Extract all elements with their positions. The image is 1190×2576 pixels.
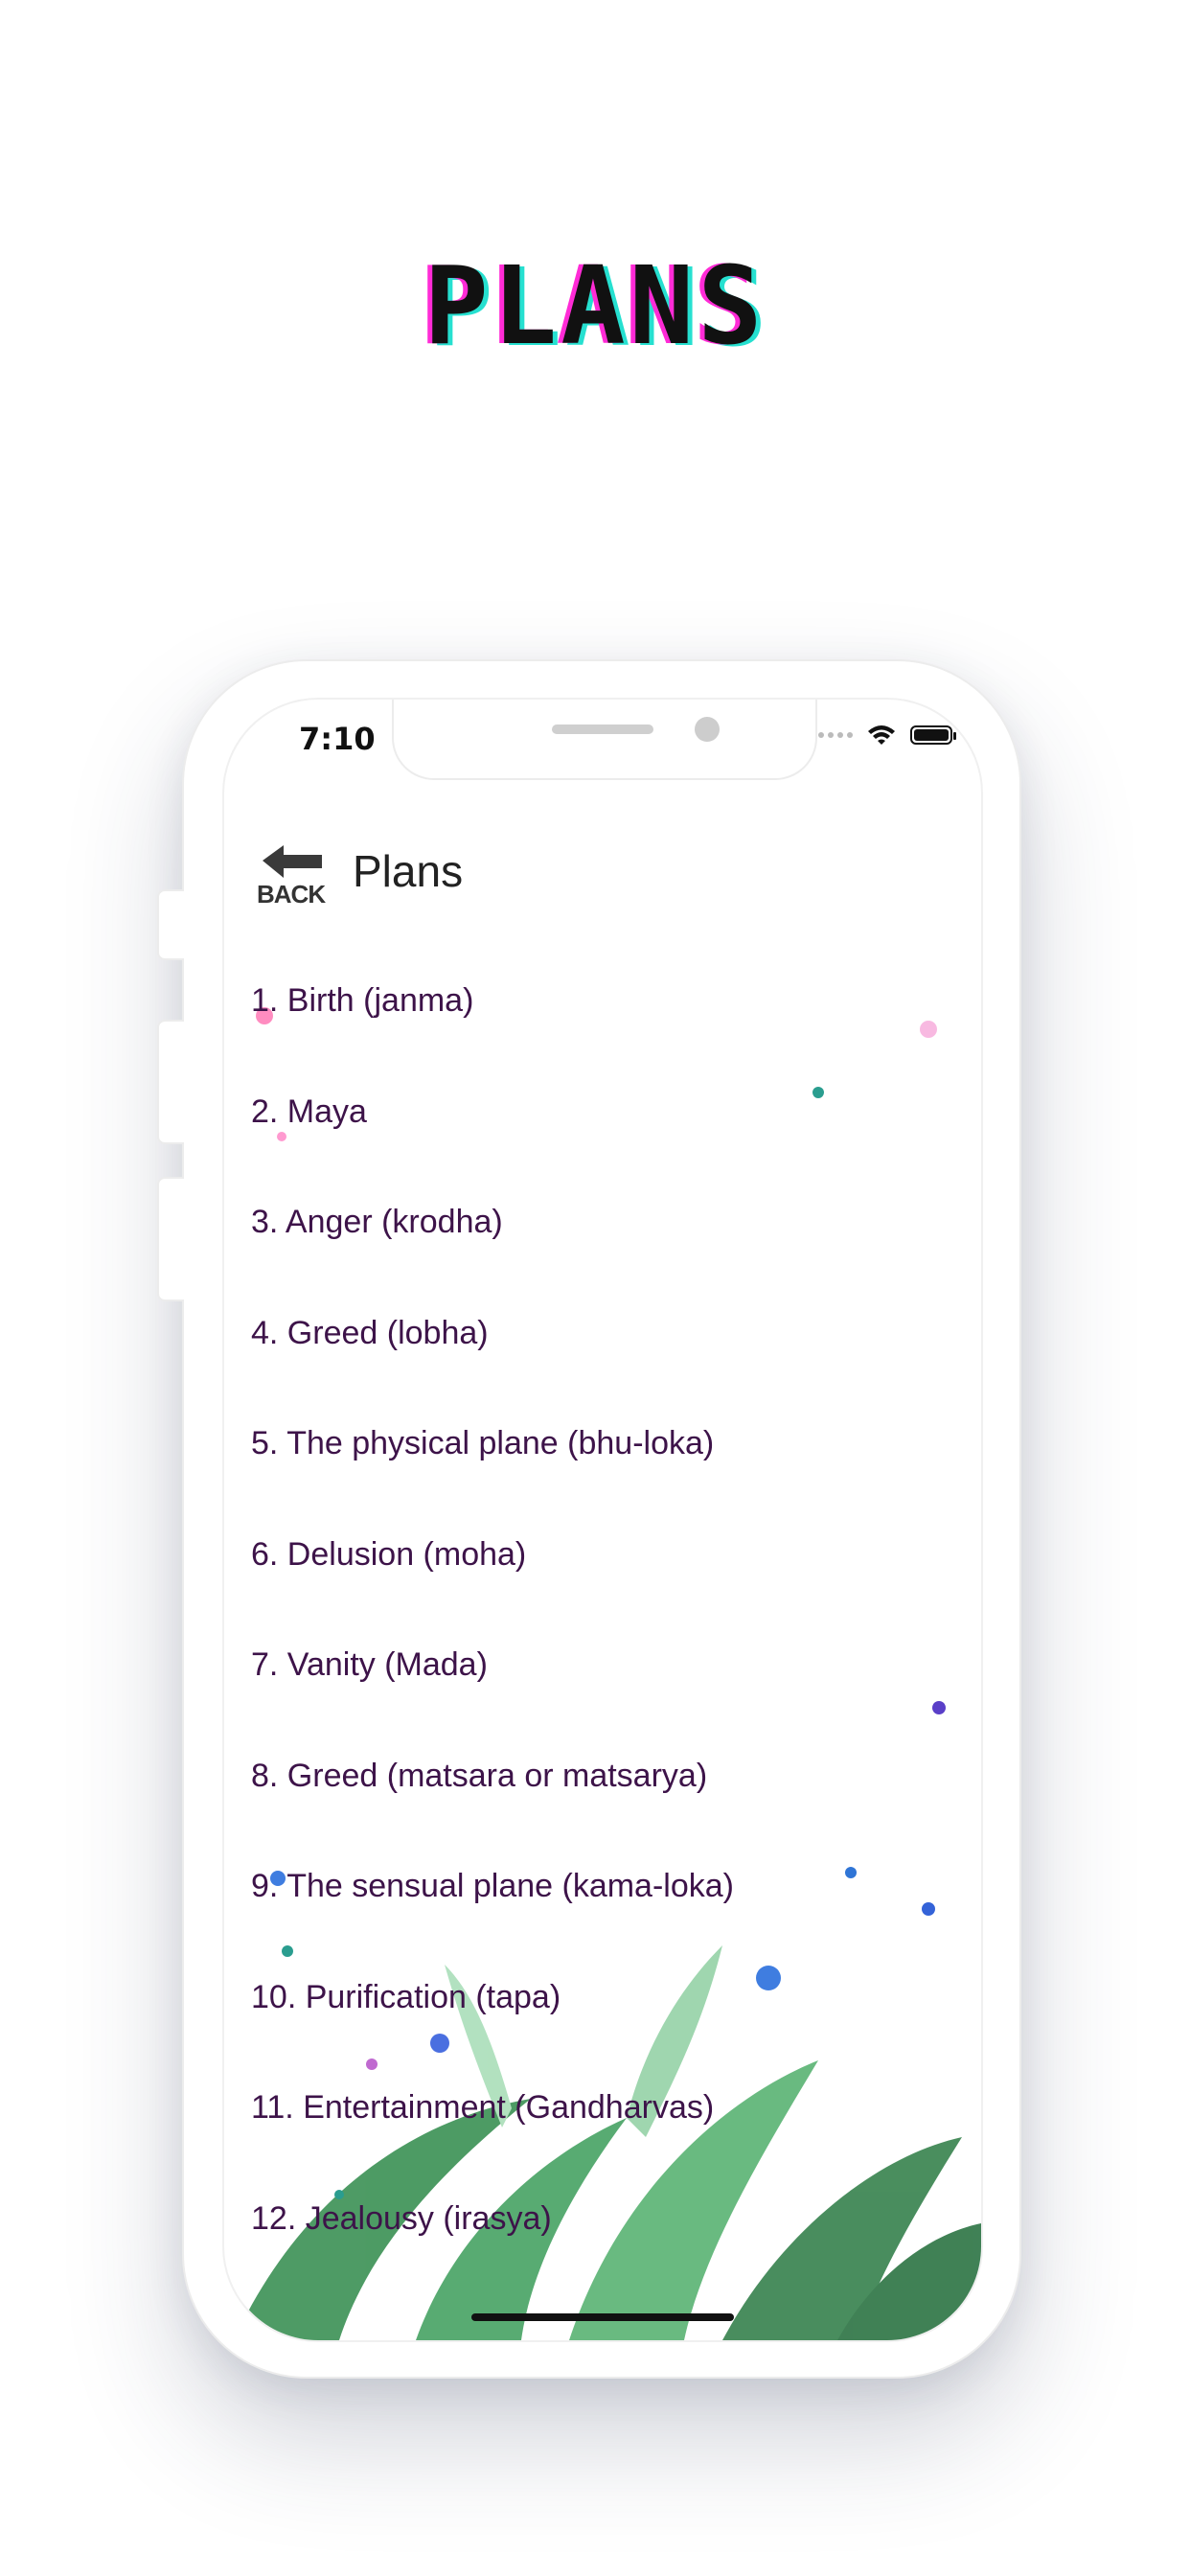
list-item[interactable]: 1. Birth (janma) [251,982,981,1093]
list-item[interactable]: 10. Purification (tapa) [251,1979,981,2090]
list-item[interactable]: 11. Entertainment (Gandharvas) [251,2089,981,2200]
front-camera [695,717,720,742]
volume-down-button [157,1177,184,1301]
phone-mockup: 7:10 BACK Plans 1. Birth (janma) 2. Maya… [157,659,1021,2379]
back-button[interactable]: BACK [257,845,330,912]
list-item[interactable]: 4. Greed (lobha) [251,1315,981,1426]
page-headline: PLANS [423,244,767,369]
status-icons [818,723,956,748]
speaker-grille [552,724,653,734]
page-title: Plans [353,846,464,896]
list-item[interactable]: 12. Jealousy (irasya) [251,2200,981,2312]
volume-up-button [157,1020,184,1144]
list-item[interactable]: 2. Maya [251,1093,981,1205]
back-arrow-icon [263,845,322,878]
app-screen: 7:10 BACK Plans 1. Birth (janma) 2. Maya… [222,698,983,2342]
list-item[interactable]: 6. Delusion (moha) [251,1536,981,1647]
home-indicator[interactable] [471,2313,734,2321]
status-time: 7:10 [299,721,376,757]
list-item[interactable]: 5. The physical plane (bhu-loka) [251,1425,981,1536]
battery-level-fill [914,729,949,741]
list-item[interactable]: 9. The sensual plane (kama-loka) [251,1868,981,1979]
silent-switch [157,889,184,960]
battery-icon [910,725,956,745]
wifi-icon [868,725,895,745]
cellular-signal-icon [818,732,853,738]
list-item[interactable]: 8. Greed (matsara or matsarya) [251,1758,981,1869]
device-notch [392,700,817,780]
list-item[interactable]: 7. Vanity (Mada) [251,1646,981,1758]
plan-list: 1. Birth (janma) 2. Maya 3. Anger (krodh… [251,982,981,2311]
back-button-label: BACK [257,880,326,908]
list-item[interactable]: 3. Anger (krodha) [251,1204,981,1315]
